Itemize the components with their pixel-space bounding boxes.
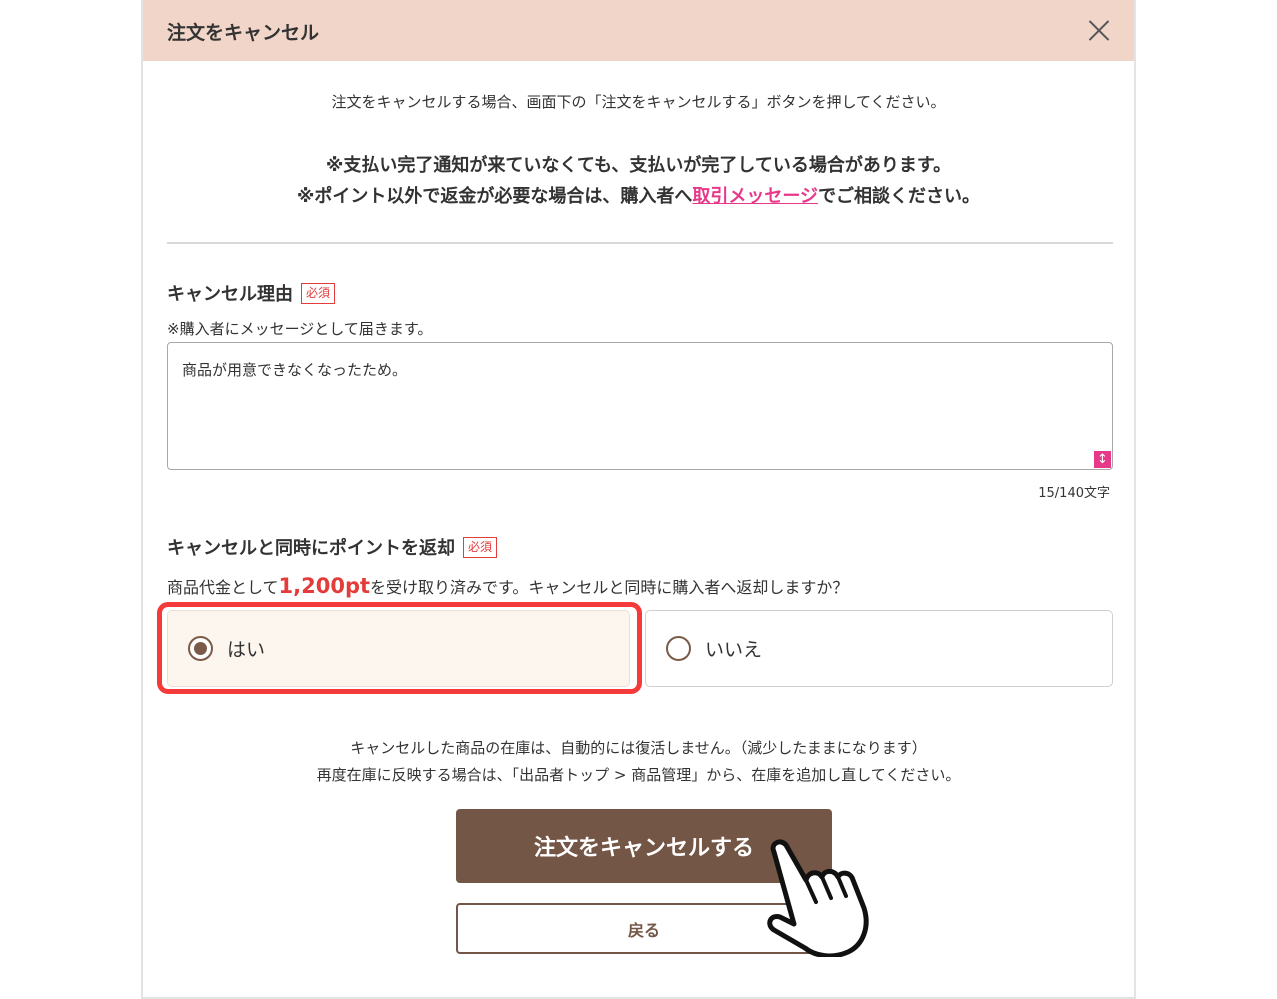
reason-textarea-value: 商品が用意できなくなったため。 [182,361,408,379]
option-yes[interactable]: はい [167,610,630,687]
modal-header: 注文をキャンセル [143,0,1134,61]
stock-note-line-1: キャンセルした商品の在庫は、自動的には復活しません。（減少したままになります） [350,739,927,757]
trade-message-link[interactable]: 取引メッセージ [692,186,818,207]
reason-label-text: キャンセル理由 [167,284,293,305]
option-yes-label: はい [227,639,266,661]
stock-note-line-2: 再度在庫に反映する場合は、「出品者トップ > 商品管理」から、在庫を追加し直して… [316,766,961,784]
note-line-2: ※ポイント以外で返金が必要な場合は、購入者へ取引メッセージでご相談ください。 [143,181,1134,212]
reason-sub-note: ※購入者にメッセージとして届きます。 [167,320,433,338]
modal-title: 注文をキャンセル [167,22,320,44]
cancel-order-modal: 注文をキャンセル 注文をキャンセルする場合、画面下の「注文をキャンセルする」ボタ… [141,0,1136,999]
required-badge: 必須 [301,282,336,304]
option-no-label: いいえ [705,639,763,661]
divider [167,242,1113,244]
question-after: を受け取り済みです。キャンセルと同時に購入者へ返却しますか？ [370,578,849,597]
required-badge: 必須 [463,536,498,558]
note-line-2-after: でご相談ください。 [818,186,981,207]
point-amount: 1,200pt [278,574,371,598]
point-return-label-text: キャンセルと同時にポイントを返却 [167,538,455,559]
stock-note: キャンセルした商品の在庫は、自動的には復活しません。（減少したままになります） … [143,735,1134,789]
important-notes: ※支払い完了通知が来ていなくても、支払いが完了している場合があります。 ※ポイン… [143,150,1134,212]
radio-no[interactable] [666,636,691,661]
option-no[interactable]: いいえ [645,610,1113,687]
reason-label: キャンセル理由 必須 [167,280,336,306]
resize-icon[interactable]: ↕ [1094,451,1111,468]
point-question: 商品代金として1,200ptを受け取り済みです。キャンセルと同時に購入者へ返却し… [167,574,848,598]
radio-yes[interactable] [188,636,213,661]
reason-textarea[interactable]: 商品が用意できなくなったため。 ↕ [167,342,1113,470]
cancel-order-button[interactable]: 注文をキャンセルする [456,809,832,883]
close-icon[interactable] [1084,15,1114,45]
question-before: 商品代金として [167,578,279,597]
char-count: 15/140文字 [1038,486,1110,501]
note-line-1: ※支払い完了通知が来ていなくても、支払いが完了している場合があります。 [325,155,952,176]
note-line-2-before: ※ポイント以外で返金が必要な場合は、購入者へ [296,186,693,207]
point-return-label: キャンセルと同時にポイントを返却 必須 [167,534,498,560]
intro-text: 注文をキャンセルする場合、画面下の「注文をキャンセルする」ボタンを押してください… [331,93,946,111]
back-button[interactable]: 戻る [456,903,832,954]
